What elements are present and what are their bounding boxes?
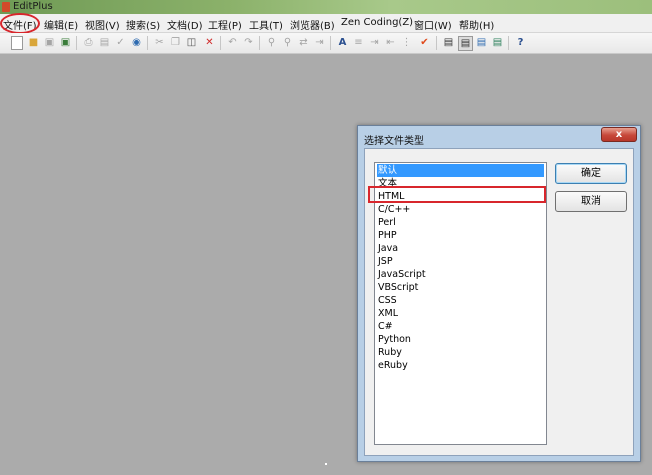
cliptext-icon[interactable]: ▤ [475,36,488,49]
indent-icon[interactable]: ⇥ [368,36,381,49]
menu-document[interactable]: 文档(D) [167,17,203,32]
new-file-icon[interactable] [11,36,23,50]
toolbar-separator [508,36,509,50]
list-item[interactable]: Ruby [377,346,544,359]
window-title: EditPlus [13,1,53,12]
ok-button[interactable]: 确定 [555,163,627,184]
list-item[interactable]: PHP [377,229,544,242]
toolbar-separator [259,36,260,50]
list-item[interactable]: JSP [377,255,544,268]
font-icon[interactable]: A [336,36,349,49]
toolbar-separator [330,36,331,50]
menu-help[interactable]: 帮助(H) [459,17,494,32]
save-all-icon[interactable]: ▣ [59,36,72,49]
print-icon[interactable]: ⎙ [82,36,95,49]
cursor-dot [325,463,327,465]
list-item[interactable]: Java [377,242,544,255]
help-icon[interactable]: ? [514,36,527,49]
toolbar-separator [220,36,221,50]
menu-tools[interactable]: 工具(T) [249,17,283,32]
hex-icon[interactable]: ≡ [352,36,365,49]
select-file-type-dialog: 选择文件类型 x 默认 文本 HTML C/C++ Perl PHP Java … [357,125,641,462]
delete-icon[interactable]: ✕ [203,36,216,49]
annotation-box [368,186,546,203]
toolbar: ■ ▣ ▣ ⎙ ▤ ✓ ◉ ✂ ❐ ◫ ✕ ↶ ↷ ⚲ ⚲ ⇄ ⇥ A ≡ ⇥ … [0,33,652,54]
copy-icon[interactable]: ❐ [169,36,182,49]
menu-search[interactable]: 搜索(S) [126,17,160,32]
unindent-icon[interactable]: ⇤ [384,36,397,49]
view-icon[interactable]: ▤ [442,36,455,49]
ruler-icon[interactable]: ▤ [458,36,473,51]
dialog-title: 选择文件类型 [364,136,424,147]
list-item[interactable]: VBScript [377,281,544,294]
close-icon: x [615,129,623,140]
menu-window[interactable]: 窗口(W) [414,17,452,32]
list-item[interactable]: C/C++ [377,203,544,216]
list-item[interactable]: eRuby [377,359,544,372]
directory-icon[interactable]: ▤ [491,36,504,49]
menu-zen-coding[interactable]: Zen Coding(Z) [341,17,413,28]
goto-icon[interactable]: ⇥ [313,36,326,49]
toolbar-separator [436,36,437,50]
replace-icon[interactable]: ⇄ [297,36,310,49]
cut-icon[interactable]: ✂ [153,36,166,49]
app-logo-icon [2,2,10,12]
toolbar-separator [147,36,148,50]
menu-bar: 文件(F) 编辑(E) 视图(V) 搜索(S) 文档(D) 工程(P) 工具(T… [0,14,652,33]
cancel-button[interactable]: 取消 [555,191,627,212]
spell-check-icon[interactable]: ✓ [114,36,127,49]
menu-browser[interactable]: 浏览器(B) [290,17,335,32]
menu-view[interactable]: 视图(V) [85,17,120,32]
list-item[interactable]: JavaScript [377,268,544,281]
toolbar-separator [76,36,77,50]
menu-project[interactable]: 工程(P) [208,17,242,32]
list-item[interactable]: XML [377,307,544,320]
annotation-circle [0,13,40,34]
check-icon[interactable]: ✔ [418,36,431,49]
line-number-icon[interactable]: ⋮ [400,36,413,49]
list-item[interactable]: C# [377,320,544,333]
list-item[interactable]: Python [377,333,544,346]
menu-edit[interactable]: 编辑(E) [44,17,78,32]
file-type-list[interactable]: 默认 文本 HTML C/C++ Perl PHP Java JSP JavaS… [374,162,547,445]
print-preview-icon[interactable]: ▤ [98,36,111,49]
title-bar: EditPlus [0,0,652,14]
paste-icon[interactable]: ◫ [185,36,198,49]
find-icon[interactable]: ⚲ [265,36,278,49]
open-file-icon[interactable]: ■ [27,36,40,49]
list-item[interactable]: 默认 [377,164,544,177]
list-item[interactable]: CSS [377,294,544,307]
browser-preview-icon[interactable]: ◉ [130,36,143,49]
find-in-files-icon[interactable]: ⚲ [281,36,294,49]
redo-icon[interactable]: ↷ [242,36,255,49]
close-button[interactable]: x [601,127,637,142]
save-icon[interactable]: ▣ [43,36,56,49]
list-item[interactable]: Perl [377,216,544,229]
undo-icon[interactable]: ↶ [226,36,239,49]
